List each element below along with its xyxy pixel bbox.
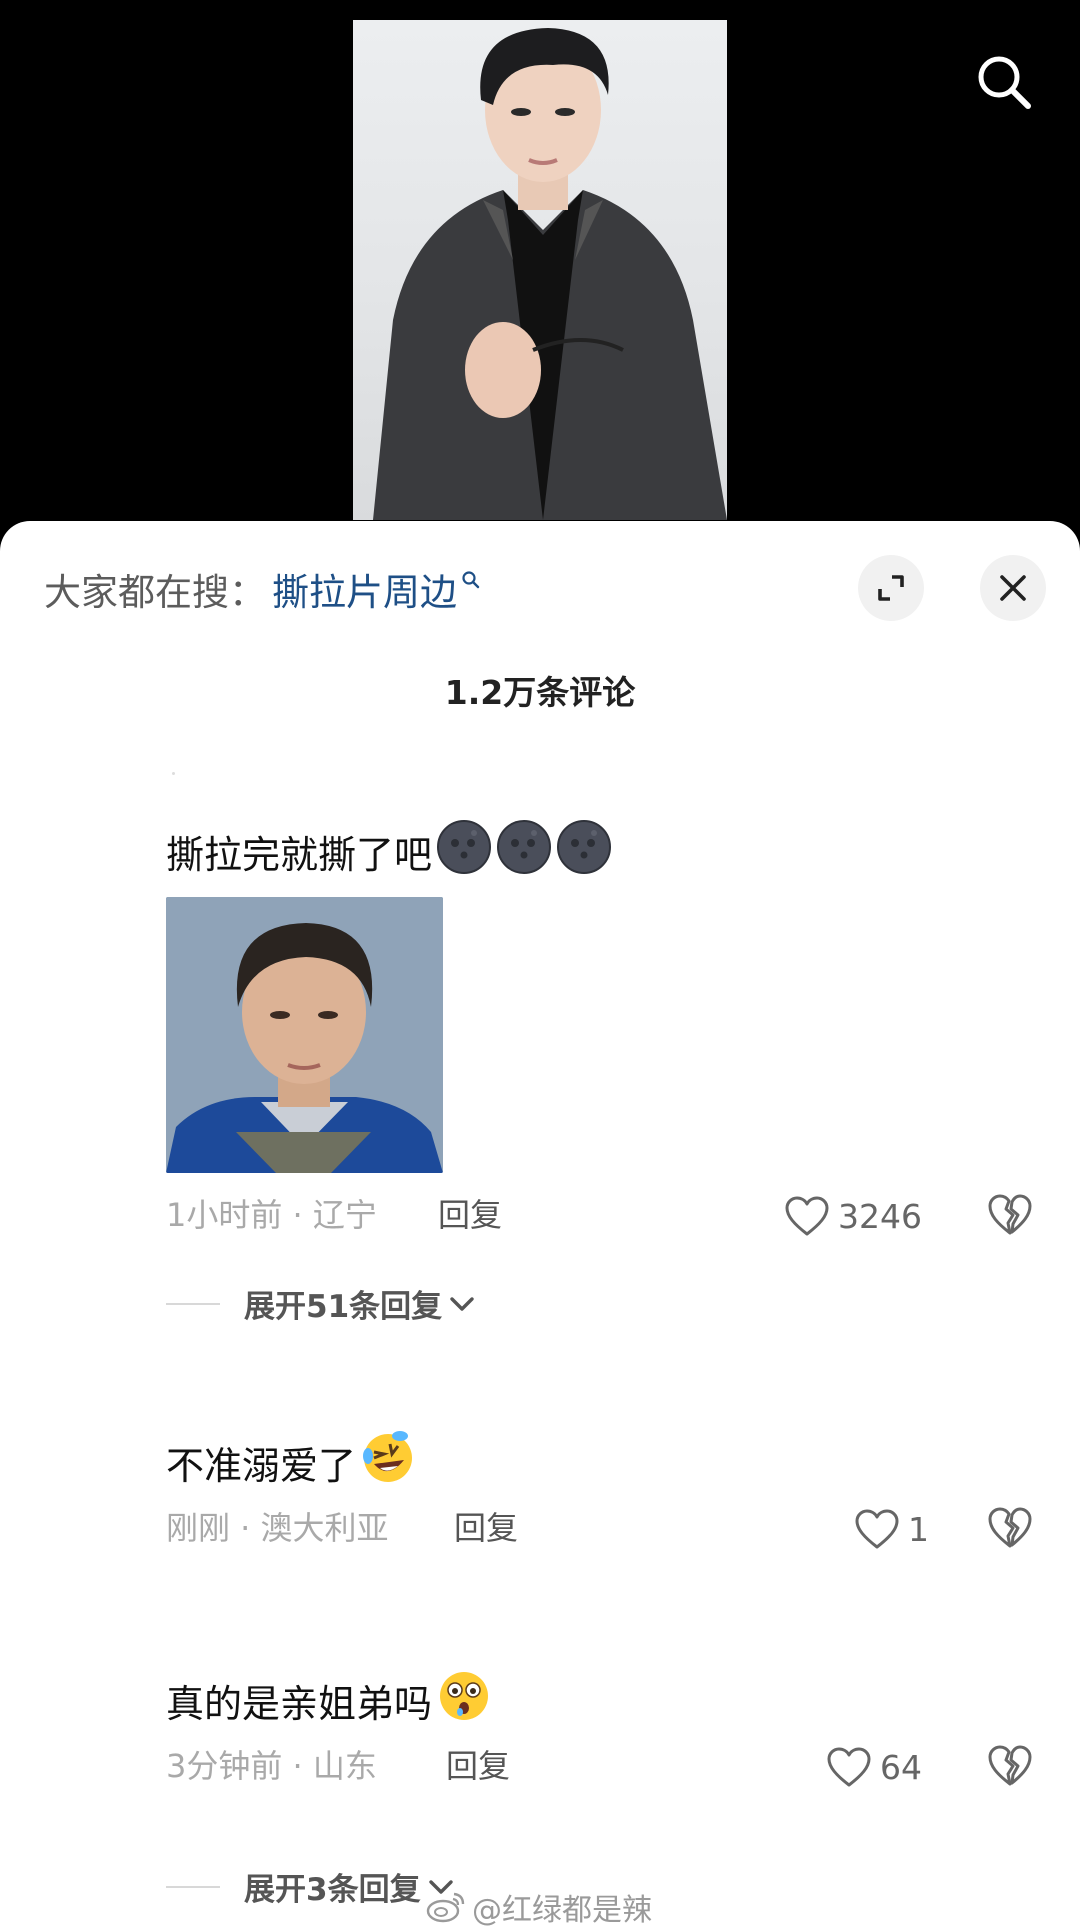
comment-text-row: 不准溺爱了 — [166, 1430, 1046, 1490]
reply-button[interactable]: 回复 — [454, 1498, 518, 1558]
new-moon-face-emoji-icon — [436, 819, 492, 884]
small-search-icon — [462, 571, 480, 589]
heart-icon — [785, 1196, 829, 1236]
comment-portrait-image — [166, 897, 443, 1173]
reply-button[interactable]: 回复 — [438, 1185, 502, 1245]
comment-meta-row: 刚刚 · 澳大利亚 回复 1 — [166, 1498, 1046, 1558]
comment-item: 撕拉完就撕了吧 1小时前 · 辽宁 回复 3246 — [166, 819, 1046, 1245]
like-button[interactable]: 3246 — [784, 1191, 922, 1241]
search-icon — [978, 56, 1031, 109]
expand-replies-label: 展开51条回复 — [244, 1289, 443, 1325]
like-button[interactable]: 64 — [826, 1742, 922, 1792]
close-button[interactable] — [980, 555, 1046, 621]
video-player[interactable] — [0, 0, 1080, 530]
comment-image[interactable] — [166, 897, 443, 1173]
comment-meta-row: 1小时前 · 辽宁 回复 3246 — [166, 1185, 1046, 1245]
trending-search-bar[interactable]: 大家都在搜： 撕拉片周边 — [44, 561, 481, 617]
dislike-button[interactable] — [986, 1191, 1034, 1239]
comment-item: 真的是亲姐弟吗 3分钟前 · 山东 回复 64 — [166, 1671, 1046, 1796]
comment-time-location: 刚刚 · 澳大利亚 — [166, 1509, 389, 1547]
comment-time-location: 3分钟前 · 山东 — [166, 1747, 377, 1785]
like-count: 3246 — [838, 1196, 922, 1236]
like-count: 64 — [880, 1747, 922, 1787]
comment-sheet: 大家都在搜： 撕拉片周边 1.2万条评论 撕拉完就撕了吧 1小时前 · 辽宁 回… — [0, 521, 1080, 1932]
watermark-text: @红绿都是辣 — [472, 1893, 652, 1928]
trending-term[interactable]: 撕拉片周边 — [272, 562, 457, 616]
heart-icon — [827, 1747, 871, 1787]
divider-dot — [172, 772, 175, 775]
weibo-logo-icon — [426, 1892, 465, 1923]
like-button[interactable]: 1 — [854, 1504, 929, 1554]
expand-replies-button[interactable]: 展开51条回复 — [166, 1281, 476, 1326]
broken-heart-icon — [988, 1507, 1032, 1548]
comment-text: 撕拉完就撕了吧 — [166, 832, 433, 877]
rolling-laughing-face-emoji-icon — [360, 1430, 416, 1495]
new-moon-face-emoji-icon — [496, 819, 552, 884]
like-count: 1 — [908, 1509, 929, 1549]
astonished-face-emoji-icon — [436, 1668, 492, 1733]
chevron-down-icon — [450, 1296, 474, 1311]
comment-time-location: 1小时前 · 辽宁 — [166, 1196, 377, 1234]
comment-text: 真的是亲姐弟吗 — [166, 1681, 433, 1726]
comment-text: 不准溺爱了 — [166, 1443, 357, 1488]
reply-button[interactable]: 回复 — [446, 1736, 510, 1796]
comment-meta-row: 3分钟前 · 山东 回复 64 — [166, 1736, 1046, 1796]
heart-icon — [855, 1509, 899, 1549]
expand-divider-line — [166, 1302, 220, 1305]
video-frame[interactable] — [353, 20, 727, 520]
comment-count-title: 1.2万条评论 — [444, 673, 636, 712]
comment-text-row: 真的是亲姐弟吗 — [166, 1671, 1046, 1728]
expand-button[interactable] — [858, 555, 924, 621]
search-button[interactable] — [972, 50, 1036, 114]
comment-item: 不准溺爱了 刚刚 · 澳大利亚 回复 1 — [166, 1430, 1046, 1558]
expand-replies-label: 展开3条回复 — [244, 1872, 421, 1908]
video-person-image — [373, 28, 727, 520]
dislike-button[interactable] — [986, 1504, 1034, 1552]
screen: 大家都在搜： 撕拉片周边 1.2万条评论 撕拉完就撕了吧 1小时前 · 辽宁 回… — [0, 0, 1080, 1932]
expand-divider-line — [166, 1885, 220, 1888]
close-icon — [1000, 575, 1026, 601]
watermark: @红绿都是辣 — [426, 1885, 652, 1929]
expand-icon — [878, 575, 904, 601]
broken-heart-icon — [988, 1194, 1032, 1235]
dislike-button[interactable] — [986, 1742, 1034, 1790]
new-moon-face-emoji-icon — [556, 819, 612, 884]
broken-heart-icon — [988, 1745, 1032, 1786]
comment-text-row: 撕拉完就撕了吧 — [166, 819, 1046, 879]
trending-prefix: 大家都在搜： — [44, 571, 266, 614]
expand-replies-button[interactable]: 展开3条回复 — [166, 1864, 455, 1909]
